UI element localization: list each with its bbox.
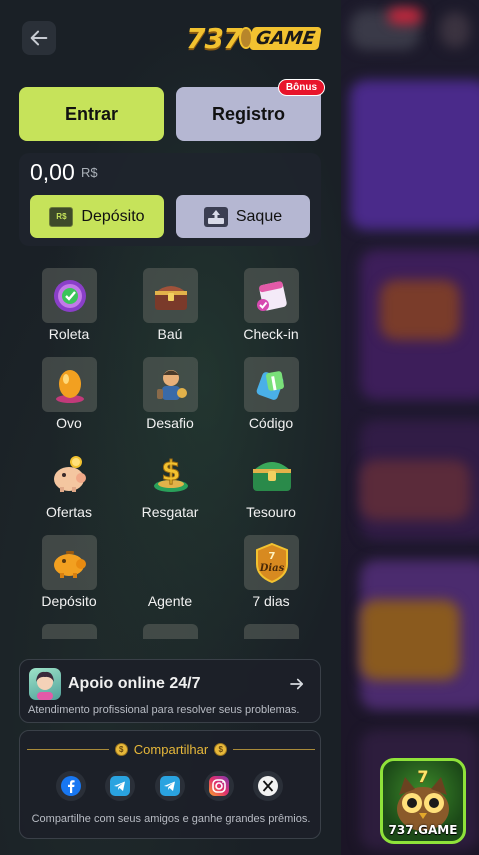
menu-item-label: Ovo (56, 415, 82, 431)
badge-number: 7 (417, 767, 429, 786)
logo-number: 737 (186, 21, 242, 55)
golden-egg-icon (42, 357, 97, 412)
telegram-icon[interactable] (105, 771, 135, 801)
roulette-wheel-icon (42, 268, 97, 323)
agent-icon (143, 535, 198, 590)
telegram-icon[interactable] (155, 771, 185, 801)
gold-piggy-icon (42, 535, 97, 590)
menu-item-label: 7 dias (252, 593, 290, 609)
menu-item-label: Agente (147, 593, 193, 609)
facebook-icon[interactable] (56, 771, 86, 801)
register-button[interactable]: Registro Bônus (176, 79, 325, 141)
menu-item-partial[interactable] (221, 624, 321, 639)
divider (233, 748, 316, 750)
badge-label: 737.GAME (388, 823, 458, 837)
balance-amount: 0,00 (30, 159, 75, 185)
menu-item-partial[interactable] (120, 624, 220, 639)
withdraw-icon (203, 206, 228, 227)
menu-item-checkin[interactable]: Check-in (221, 268, 321, 348)
support-agent-avatar (29, 668, 61, 700)
deposit-label: Depósito (81, 207, 145, 225)
menu-item-label: Baú (157, 326, 183, 342)
deposit-money-icon: R$ (49, 206, 74, 227)
menu-item-ofertas[interactable]: Ofertas (19, 446, 119, 526)
withdraw-label: Saque (235, 207, 283, 225)
piggy-bank-icon (42, 446, 97, 501)
svg-text:$: $ (161, 454, 180, 487)
menu-item-codigo[interactable]: Código (221, 357, 321, 437)
menu-item-desafio[interactable]: Desafio (120, 357, 220, 437)
side-drawer: 737 GAME Entrar Registro Bônus 0,00 R$ R… (0, 0, 341, 855)
svg-text:Dias: Dias (258, 563, 284, 574)
logo-word: GAME (249, 26, 322, 50)
menu-item-label: Depósito (41, 593, 97, 609)
diamond-icon (244, 624, 299, 639)
share-subtitle: Compartilhe com seus amigos e ganhe gran… (31, 813, 311, 825)
menu-item-resgatar[interactable]: $ Resgatar (120, 446, 220, 526)
brand-logo: 737 GAME (186, 21, 322, 55)
wallet-card: 0,00 R$ R$ Depósito Saque (19, 153, 321, 246)
deposit-button[interactable]: R$ Depósito (30, 195, 164, 238)
balance-currency: R$ (81, 165, 98, 180)
menu-item-label: Roleta (48, 326, 90, 342)
menu-item-label: Resgatar (141, 504, 199, 520)
menu-item-tesouro[interactable]: Tesouro (221, 446, 321, 526)
social-buttons (20, 771, 322, 801)
share-card: $ Compartilhar $ Compartilhe com seus am… (19, 730, 321, 839)
support-card[interactable]: Apoio online 24/7 Atendimento profission… (19, 659, 321, 723)
register-label: Registro (211, 103, 285, 124)
arrow-right-icon (290, 678, 304, 690)
feature-grid: Roleta Baú Check-in Ovo Desafio Código O… (19, 268, 321, 639)
menu-item-label: Tesouro (246, 504, 296, 520)
menu-item-deposito[interactable]: Depósito (19, 535, 119, 615)
instagram-icon[interactable] (204, 771, 234, 801)
green-chest-icon (244, 446, 299, 501)
auth-buttons: Entrar Registro Bônus (19, 79, 325, 141)
menu-item-label: Desafio (146, 415, 194, 431)
support-subtitle: Atendimento profissional para resolver s… (28, 704, 300, 716)
share-title: Compartilhar (133, 741, 209, 757)
seven-days-shield-icon: 7 Dias (244, 535, 299, 590)
coin-icon: $ (114, 742, 128, 756)
treasure-chest-icon (143, 268, 198, 323)
gift-icon (143, 624, 198, 639)
withdraw-button[interactable]: Saque (176, 195, 310, 238)
gift-code-icon (244, 357, 299, 412)
support-title: Apoio online 24/7 (68, 675, 201, 692)
svg-text:7: 7 (268, 551, 275, 562)
menu-item-ovo[interactable]: Ovo (19, 357, 119, 437)
calendar-check-icon (244, 268, 299, 323)
floating-app-badge[interactable]: 7 737.GAME (380, 758, 466, 844)
drawer-header: 737 GAME (0, 0, 341, 76)
menu-item-label: Código (248, 415, 294, 431)
divider (26, 748, 109, 750)
dollar-coin-icon: $ (143, 446, 198, 501)
menu-item-roleta[interactable]: Roleta (19, 268, 119, 348)
back-button[interactable] (22, 21, 56, 55)
x-icon[interactable] (253, 771, 283, 801)
share-header: $ Compartilhar $ (20, 740, 322, 758)
menu-item-agente[interactable]: Agente (120, 535, 220, 615)
bonus-badge: Bônus (277, 79, 325, 96)
menu-item-label: Check-in (243, 326, 299, 342)
menu-item-bau[interactable]: Baú (120, 268, 220, 348)
star-icon (42, 624, 97, 639)
coin-icon: $ (214, 742, 228, 756)
login-button[interactable]: Entrar (19, 87, 164, 141)
menu-item-partial[interactable] (19, 624, 119, 639)
menu-item-label: Ofertas (46, 504, 92, 520)
challenge-character-icon (143, 357, 198, 412)
menu-item-7dias[interactable]: 7 Dias 7 dias (221, 535, 321, 615)
arrow-left-icon (30, 30, 48, 46)
